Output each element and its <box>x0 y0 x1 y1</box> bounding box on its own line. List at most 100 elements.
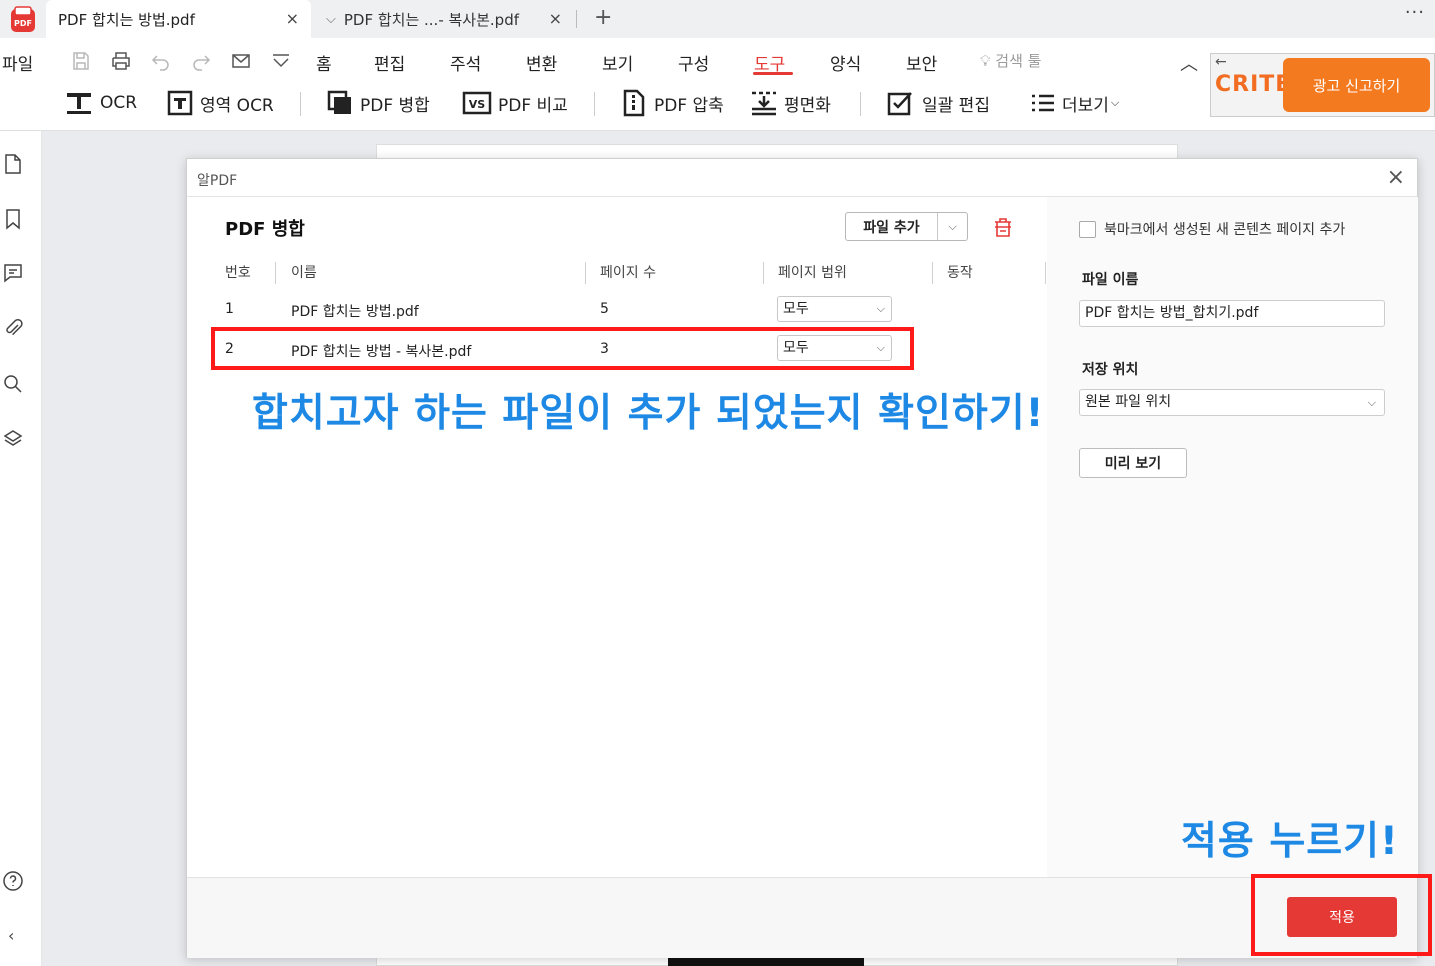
merge-label: PDF 병합 <box>360 95 430 116</box>
merge-icon <box>327 90 351 114</box>
close-tab-icon[interactable]: × <box>549 9 562 28</box>
chevron-down-icon: ⌵ <box>326 11 336 27</box>
options-panel <box>1047 197 1418 877</box>
flatten-label: 평면화 <box>784 95 831 116</box>
area-ocr-label: 영역 OCR <box>200 95 274 116</box>
row-1-name: PDF 합치는 방법.pdf <box>291 304 419 320</box>
preview-button[interactable]: 미리 보기 <box>1079 448 1187 478</box>
pdf-compress-tool[interactable]: PDF 압축 <box>620 88 724 118</box>
ocr-label: OCR <box>100 93 138 113</box>
annotation-press-apply: 적용 누르기! <box>1181 819 1399 864</box>
page-content-bar <box>668 958 864 966</box>
menu-security[interactable]: 보안 <box>906 50 937 75</box>
batch-edit-label: 일괄 편집 <box>922 95 990 116</box>
menu-view[interactable]: 보기 <box>602 50 633 75</box>
tab-divider <box>576 10 577 28</box>
pdf-merge-tool[interactable]: PDF 병합 <box>326 88 430 118</box>
column-page-count: 페이지 수 <box>600 265 656 281</box>
layers-icon[interactable] <box>2 428 24 450</box>
delete-icon[interactable] <box>992 216 1014 238</box>
chevron-down-icon: ⌵ <box>1367 396 1376 409</box>
tab-document-2[interactable]: ⌵ PDF 합치는 ...- 복사본.pdf × <box>318 0 574 38</box>
section-title: PDF 병합 <box>225 219 305 240</box>
row-1-number: 1 <box>225 301 234 317</box>
column-page-range: 페이지 범위 <box>778 265 847 281</box>
compare-icon: VS <box>462 91 492 115</box>
ocr-icon <box>67 93 91 114</box>
menu-edit[interactable]: 편집 <box>374 50 405 75</box>
mail-icon[interactable] <box>230 50 252 72</box>
pdf-compare-tool[interactable]: VS PDF 비교 <box>462 88 568 118</box>
chevron-down-icon[interactable]: ⌵ <box>938 213 967 240</box>
menu-annotate[interactable]: 주석 <box>450 50 481 75</box>
close-icon[interactable]: × <box>1387 165 1405 190</box>
tab-label: PDF 합치는 방법.pdf <box>58 10 195 29</box>
ocr-tool[interactable]: OCR <box>64 88 137 118</box>
page-range-value: 모두 <box>783 301 809 317</box>
add-file-label[interactable]: 파일 추가 <box>846 213 938 240</box>
comment-icon[interactable] <box>2 262 24 284</box>
more-options-button[interactable]: ··· <box>1405 2 1425 23</box>
file-name-input[interactable]: PDF 합치는 방법_합치기.pdf <box>1079 300 1385 327</box>
menu-file[interactable]: 파일 <box>2 50 33 75</box>
collapse-ribbon-icon[interactable]: ︿ <box>1180 50 1198 76</box>
new-tab-button[interactable]: + <box>594 5 612 30</box>
batch-edit-tool[interactable]: 일괄 편집 <box>886 88 990 118</box>
menu-convert[interactable]: 변환 <box>526 50 557 75</box>
save-location-select[interactable]: 원본 파일 위치 ⌵ <box>1079 389 1385 416</box>
collapse-sidebar-icon[interactable]: ‹ <box>8 926 30 948</box>
left-sidebar: ‹ <box>0 131 42 966</box>
bookmark-icon[interactable] <box>2 208 24 230</box>
close-tab-icon[interactable]: × <box>286 9 299 28</box>
undo-icon[interactable] <box>150 50 172 72</box>
report-ad-button[interactable]: 광고 신고하기 <box>1283 58 1430 112</box>
area-ocr-tool[interactable]: 영역 OCR <box>166 88 274 118</box>
save-location-value: 원본 파일 위치 <box>1085 394 1172 410</box>
file-name-label: 파일 이름 <box>1082 272 1139 288</box>
search-tool-label: 검색 툴 <box>995 52 1042 70</box>
bookmark-checkbox[interactable] <box>1079 220 1096 238</box>
highlight-box-added-file <box>211 327 914 370</box>
chevron-down-icon: ⌵ <box>1110 96 1120 109</box>
batch-edit-icon <box>887 92 912 116</box>
bookmark-option-label: 북마크에서 생성된 새 콘텐츠 페이지 추가 <box>1104 222 1346 238</box>
attachment-icon[interactable] <box>2 317 24 339</box>
tab-label: PDF 합치는 ...- 복사본.pdf <box>343 10 519 29</box>
dialog-footer <box>187 878 1417 958</box>
quick-access-dropdown-icon[interactable] <box>270 50 292 72</box>
more-tools-button[interactable]: 더보기 ⌵ <box>1030 88 1119 118</box>
row-1-page-range-select[interactable]: 모두 ⌵ <box>777 296 892 322</box>
tab-document-1[interactable]: PDF 합치는 방법.pdf × <box>46 0 311 38</box>
help-icon[interactable] <box>2 870 24 892</box>
flatten-tool[interactable]: 평면화 <box>750 88 831 118</box>
highlight-box-apply <box>1251 874 1432 956</box>
menu-forms[interactable]: 양식 <box>830 50 861 75</box>
column-number: 번호 <box>225 265 251 281</box>
save-icon[interactable] <box>70 50 92 72</box>
column-action: 동작 <box>947 265 973 281</box>
print-icon[interactable] <box>110 50 132 72</box>
bookmark-option[interactable]: 북마크에서 생성된 새 콘텐츠 페이지 추가 <box>1079 219 1345 239</box>
redo-icon[interactable] <box>190 50 212 72</box>
dialog-title: 알PDF <box>197 173 238 189</box>
row-1-pages: 5 <box>600 301 609 317</box>
compare-label: PDF 비교 <box>498 95 568 116</box>
divider <box>860 92 861 116</box>
list-icon <box>1032 94 1054 112</box>
search-icon[interactable] <box>2 373 24 395</box>
advertisement[interactable]: ← CRITEO 광고 신고하기 <box>1210 53 1435 117</box>
flatten-icon <box>752 91 776 116</box>
lightbulb-icon: 💡︎ <box>980 52 991 70</box>
app-logo-icon: PDF <box>11 6 35 32</box>
annotation-check-files: 합치고자 하는 파일이 추가 되었는지 확인하기! <box>252 391 1045 436</box>
compress-icon <box>623 89 645 117</box>
back-arrow-icon[interactable]: ← <box>1215 54 1227 70</box>
tab-bar: PDF PDF 합치는 방법.pdf × ⌵ PDF 합치는 ...- 복사본.… <box>0 0 1435 38</box>
menu-organize[interactable]: 구성 <box>678 50 709 75</box>
search-tool-button[interactable]: 💡︎ 검색 툴 <box>980 50 1041 71</box>
svg-text:PDF: PDF <box>14 19 32 28</box>
menu-home[interactable]: 홈 <box>316 50 332 75</box>
page-thumbnail-icon[interactable] <box>2 153 24 175</box>
more-tools-label: 더보기 <box>1062 95 1109 116</box>
add-file-button[interactable]: 파일 추가 ⌵ <box>845 212 968 241</box>
